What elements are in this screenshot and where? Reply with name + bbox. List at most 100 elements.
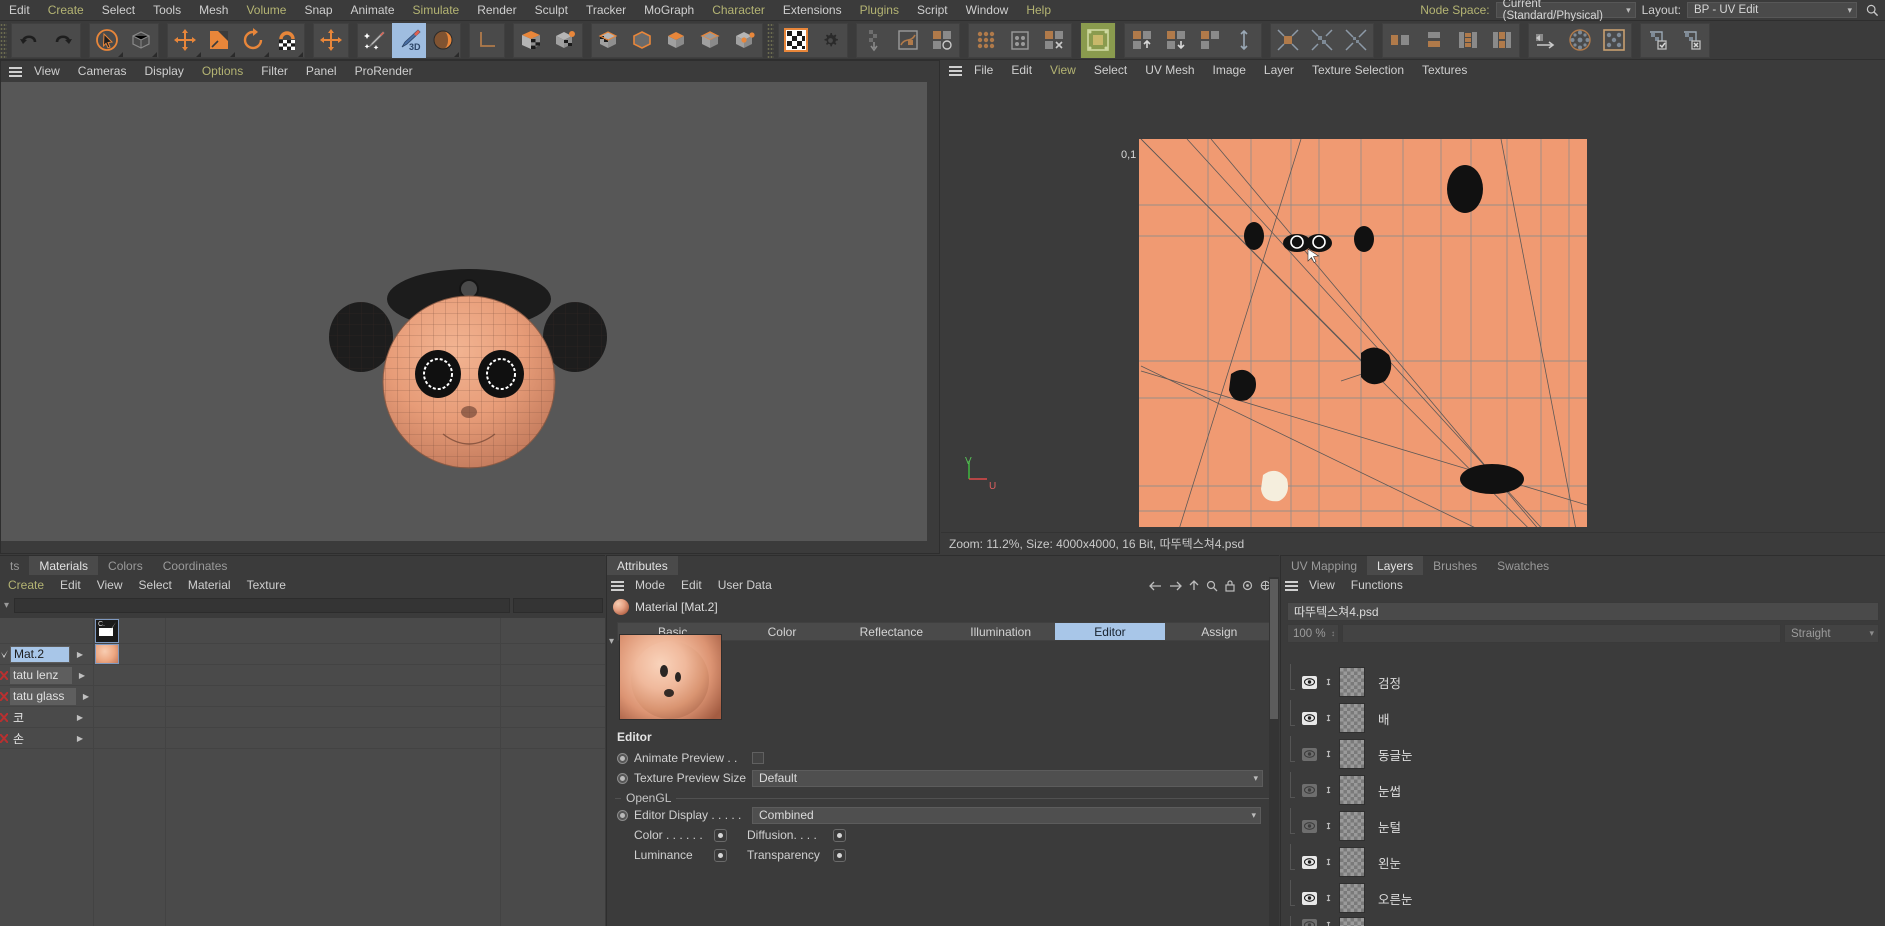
layer-thumbnail[interactable] bbox=[1339, 917, 1365, 926]
uv-align-top-icon[interactable] bbox=[1417, 23, 1451, 58]
eye-icon[interactable] bbox=[1302, 819, 1317, 833]
uv-active-icon[interactable] bbox=[1081, 22, 1115, 58]
menu-item-character[interactable]: Character bbox=[703, 0, 774, 21]
menu-item-animate[interactable]: Animate bbox=[342, 0, 404, 21]
gear-icon[interactable] bbox=[813, 23, 847, 58]
world-axis-icon[interactable] bbox=[470, 23, 504, 58]
materials-menu-texture[interactable]: Texture bbox=[239, 575, 294, 596]
material-name-ko[interactable]: 코 bbox=[10, 709, 32, 726]
material-thumbnail[interactable]: C. bbox=[95, 619, 119, 643]
uv-menu-uvmesh[interactable]: UV Mesh bbox=[1136, 60, 1203, 81]
materials-menu-select[interactable]: Select bbox=[131, 575, 180, 596]
tab-objects[interactable]: ts bbox=[0, 556, 29, 575]
hamburger-icon[interactable] bbox=[607, 575, 627, 596]
move-tool-icon[interactable] bbox=[168, 23, 202, 58]
radio-icon[interactable] bbox=[617, 772, 628, 784]
layer-thumbnail[interactable] bbox=[1339, 667, 1365, 697]
editor-display-dropdown[interactable]: Combined ▾ bbox=[752, 806, 1261, 824]
layer-thumbnail[interactable] bbox=[1339, 775, 1365, 805]
viewport-menu-prorender[interactable]: ProRender bbox=[346, 61, 422, 82]
uv-point-mode-icon[interactable] bbox=[728, 23, 762, 58]
chevron-down-icon[interactable]: ▾ bbox=[609, 636, 614, 647]
materials-menu-edit[interactable]: Edit bbox=[52, 575, 89, 596]
uv-grid-icon[interactable] bbox=[1003, 23, 1037, 58]
menu-item-create[interactable]: Create bbox=[39, 0, 93, 21]
menu-item-sculpt[interactable]: Sculpt bbox=[526, 0, 577, 21]
uv-fit-icon[interactable] bbox=[1271, 23, 1305, 58]
attributes-scrollbar[interactable] bbox=[1269, 577, 1279, 926]
layer-thumbnail[interactable] bbox=[1339, 739, 1365, 769]
layer-thumbnail[interactable] bbox=[1339, 883, 1365, 913]
material-close-icon[interactable] bbox=[0, 665, 8, 686]
list-item[interactable]: 왼눈 bbox=[1281, 844, 1885, 880]
eye-icon[interactable] bbox=[1302, 783, 1317, 797]
uv-menu-texture-selection[interactable]: Texture Selection bbox=[1303, 60, 1413, 81]
expand-arrow-icon[interactable]: ▶ bbox=[70, 713, 90, 722]
tab-uv-mapping[interactable]: UV Mapping bbox=[1281, 556, 1367, 575]
uv-square-pack-icon[interactable] bbox=[1597, 23, 1631, 58]
menu-item-plugins[interactable]: Plugins bbox=[851, 0, 908, 21]
eye-icon[interactable] bbox=[1302, 891, 1317, 905]
material-name-son[interactable]: 손 bbox=[10, 730, 32, 747]
table-row[interactable]: 코 ▶ bbox=[0, 707, 605, 728]
uv-align-left-icon[interactable] bbox=[1383, 23, 1417, 58]
link-icon[interactable] bbox=[1322, 784, 1334, 796]
uv-relax-icon[interactable] bbox=[891, 23, 925, 58]
layer-opacity-stepper[interactable]: 100 % ↕ bbox=[1287, 624, 1339, 643]
texture-mode-icon[interactable] bbox=[548, 23, 582, 58]
uv-move-right-icon[interactable] bbox=[1193, 23, 1227, 58]
tab-colors[interactable]: Colors bbox=[98, 556, 153, 575]
table-row[interactable]: tatu lenz ▶ bbox=[0, 665, 605, 686]
pin-icon[interactable] bbox=[1242, 580, 1253, 591]
materials-menu-create[interactable]: Create bbox=[0, 575, 52, 596]
viewport-menu-cameras[interactable]: Cameras bbox=[69, 61, 136, 82]
uv-swap-icon[interactable] bbox=[1529, 23, 1563, 58]
attributes-menu-userdata[interactable]: User Data bbox=[710, 575, 780, 596]
link-icon[interactable] bbox=[1322, 892, 1334, 904]
uv-points-icon[interactable] bbox=[969, 23, 1003, 58]
menu-item-window[interactable]: Window bbox=[957, 0, 1018, 21]
attributes-menu-mode[interactable]: Mode bbox=[627, 575, 673, 596]
texture-axis-icon[interactable] bbox=[592, 23, 626, 58]
material-preview-thumbnail[interactable] bbox=[619, 634, 722, 720]
material-thumbnail[interactable] bbox=[95, 644, 119, 664]
expand-arrow-icon[interactable]: ▶ bbox=[70, 734, 90, 743]
link-icon[interactable] bbox=[1322, 919, 1334, 926]
eye-icon[interactable] bbox=[833, 828, 846, 842]
magic-brush-icon[interactable] bbox=[358, 23, 392, 58]
expand-arrow-icon[interactable]: ▶ bbox=[76, 692, 96, 701]
menu-item-mesh[interactable]: Mesh bbox=[190, 0, 237, 21]
link-icon[interactable] bbox=[1322, 820, 1334, 832]
select-tool-icon[interactable] bbox=[90, 23, 124, 58]
tab-attributes[interactable]: Attributes bbox=[607, 556, 678, 575]
uv-editor-canvas[interactable]: 0,1 1,1 bbox=[941, 81, 1885, 527]
viewport-3d-canvas[interactable]: Y X Z bbox=[1, 82, 939, 553]
menu-item-mograph[interactable]: MoGraph bbox=[635, 0, 703, 21]
radio-icon[interactable] bbox=[617, 809, 628, 821]
eye-icon[interactable] bbox=[1302, 711, 1317, 725]
uv-select-check-icon[interactable] bbox=[1641, 23, 1675, 58]
layer-blend-mode-dropdown[interactable]: Straight ▾ bbox=[1784, 624, 1879, 643]
tab-materials[interactable]: Materials bbox=[29, 556, 99, 575]
rotate-tool-icon[interactable] bbox=[236, 23, 270, 58]
viewport-menu-panel[interactable]: Panel bbox=[297, 61, 346, 82]
eye-icon[interactable] bbox=[1302, 675, 1317, 689]
enable-axis-icon[interactable] bbox=[314, 23, 348, 58]
uv-fit-checker-icon[interactable] bbox=[1305, 23, 1339, 58]
uv-center-icon[interactable] bbox=[1339, 23, 1373, 58]
node-space-dropdown[interactable]: Current (Standard/Physical) ▾ bbox=[1495, 0, 1636, 22]
layers-file-name[interactable]: 따뚜텍스쳐4.psd bbox=[1287, 602, 1879, 621]
list-item[interactable]: 오른눈 bbox=[1281, 880, 1885, 916]
table-row[interactable]: 손 ▶ bbox=[0, 728, 605, 749]
menu-item-tracker[interactable]: Tracker bbox=[577, 0, 635, 21]
menu-item-tools[interactable]: Tools bbox=[144, 0, 190, 21]
uv-circle-pack-icon[interactable] bbox=[1563, 23, 1597, 58]
viewport-menu-view[interactable]: View bbox=[25, 61, 69, 82]
tab-swatches[interactable]: Swatches bbox=[1487, 556, 1559, 575]
paint-3d-icon[interactable]: 3D bbox=[392, 22, 426, 58]
menu-item-simulate[interactable]: Simulate bbox=[404, 0, 469, 21]
search-icon[interactable] bbox=[1863, 2, 1881, 18]
uv-copy-icon[interactable] bbox=[925, 23, 959, 58]
attributes-menu-edit[interactable]: Edit bbox=[673, 575, 710, 596]
viewport-menu-filter[interactable]: Filter bbox=[252, 61, 297, 82]
